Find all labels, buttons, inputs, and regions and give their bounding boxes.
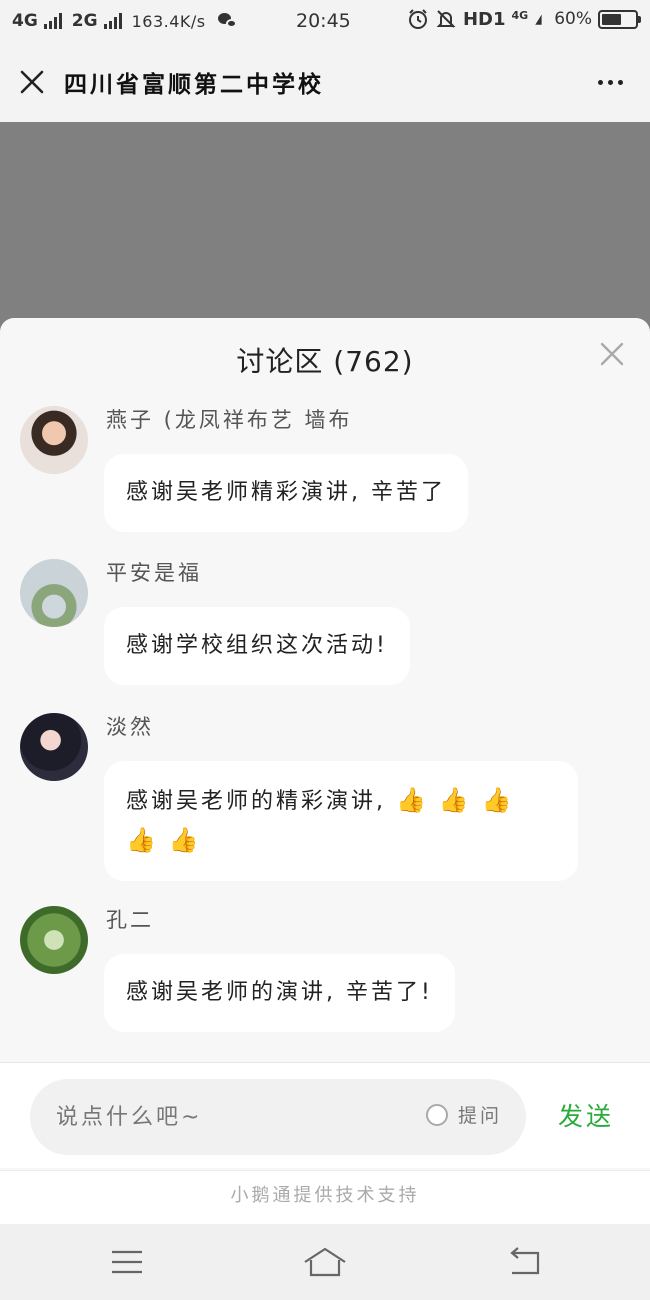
video-overlay-area[interactable] [0, 122, 650, 318]
thumbs-up-icon: 👍 [126, 826, 159, 854]
composer: 说点什么吧~ 提问 发送 [0, 1062, 650, 1168]
comment-text: 感谢学校组织这次活动! [126, 633, 388, 658]
comment-username: 淡然 [106, 715, 154, 739]
close-icon [600, 342, 624, 366]
page-title: 四川省富顺第二中学校 [64, 72, 324, 98]
wechat-icon [217, 13, 238, 29]
close-button[interactable] [0, 42, 64, 122]
network-label-2: 2G [71, 11, 98, 31]
comment-username: 孔二 [106, 908, 154, 932]
comment-text: 感谢吴老师的演讲, 辛苦了! [126, 980, 433, 1005]
back-button[interactable] [502, 1244, 546, 1280]
panel-close-button[interactable] [594, 336, 630, 372]
back-icon [510, 1247, 540, 1275]
comment-bubble: 感谢吴老师的精彩演讲, 👍 👍 👍 👍 👍 [104, 761, 578, 881]
radio-icon [426, 1103, 448, 1126]
avatar[interactable] [20, 406, 88, 474]
battery-percent: 60% [554, 9, 592, 29]
comment-bubble: 感谢学校组织这次活动! [104, 607, 410, 685]
send-button[interactable]: 发送 [558, 1097, 614, 1133]
menu-button[interactable] [105, 1244, 149, 1280]
more-button[interactable] [590, 64, 630, 100]
thumbs-up-icon: 👍 [438, 786, 472, 814]
thumbs-up-icon: 👍 [396, 786, 429, 814]
status-bar: 4G 2G 163.4K/s 20:45 HD1 4G 60% [0, 0, 650, 42]
hd-label: HD1 [462, 8, 506, 30]
status-right: HD1 4G 60% [407, 8, 641, 30]
discussion-title: 讨论区 (762) [236, 345, 414, 378]
comment-placeholder: 说点什么吧~ [56, 1105, 203, 1130]
signal-icon [103, 13, 122, 29]
status-left: 4G 2G 163.4K/s [12, 11, 238, 31]
signal-triangle-icon [535, 14, 542, 25]
mute-bell-icon [436, 10, 456, 28]
home-button[interactable] [303, 1244, 347, 1280]
menu-icon [112, 1250, 142, 1274]
network-speed: 163.4K/s [131, 11, 206, 31]
network-label-1: 4G [12, 11, 38, 31]
comment-text: 感谢吴老师的精彩演讲, [126, 789, 386, 814]
powered-by: 小鹅通提供技术支持 [0, 1170, 650, 1224]
close-icon [20, 70, 44, 94]
avatar[interactable] [20, 906, 88, 974]
comment-bubble: 感谢吴老师精彩演讲, 辛苦了 [104, 454, 468, 532]
home-icon [304, 1247, 346, 1277]
comment-input[interactable]: 说点什么吧~ 提问 [30, 1079, 526, 1155]
battery-fill [602, 13, 622, 25]
thumbs-up-icon: 👍 [168, 826, 202, 854]
comment-text: 感谢吴老师精彩演讲, 辛苦了 [126, 480, 446, 505]
avatar[interactable] [20, 713, 88, 781]
lte-label: 4G [511, 8, 529, 22]
ask-label: 提问 [458, 1105, 503, 1127]
more-dots-icon [597, 79, 603, 85]
comment-bubble: 感谢吴老师的演讲, 辛苦了! [104, 954, 455, 1032]
clock: 20:45 [296, 10, 351, 32]
ask-question-toggle[interactable]: 提问 [426, 1101, 502, 1128]
battery-icon [598, 9, 641, 29]
alarm-icon [408, 9, 427, 29]
avatar[interactable] [20, 559, 88, 627]
thumbs-up-icon: 👍 [481, 786, 515, 814]
comment-username: 燕子 (龙凤祥布艺 墙布 [106, 408, 353, 432]
comment-username: 平安是福 [106, 561, 202, 585]
system-nav-bar [0, 1224, 650, 1300]
nav-bar: 四川省富顺第二中学校 [0, 42, 650, 122]
signal-icon [43, 13, 62, 29]
